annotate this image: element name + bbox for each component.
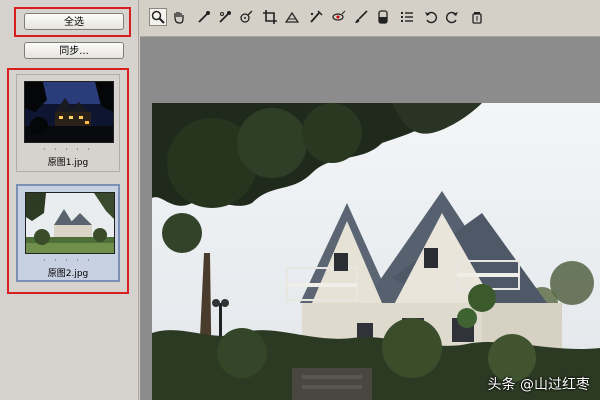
- color-sampler-icon[interactable]: [216, 8, 234, 26]
- hand-icon[interactable]: [170, 8, 188, 26]
- select-all-button[interactable]: 全选: [24, 13, 124, 30]
- target-adjust-icon[interactable]: [237, 8, 255, 26]
- zoom-icon[interactable]: [149, 8, 167, 26]
- rotate-left-icon[interactable]: [422, 8, 440, 26]
- thumbnail-1[interactable]: · · · · · 原图1.jpg: [16, 74, 120, 172]
- image-canvas[interactable]: [140, 37, 600, 400]
- eyedropper-icon[interactable]: [195, 8, 213, 26]
- list-icon[interactable]: [398, 8, 416, 26]
- thumbnail-2-rating: · · · · ·: [43, 256, 93, 265]
- rotate-right-icon[interactable]: [443, 8, 461, 26]
- thumbnail-1-image: [24, 81, 114, 143]
- sync-button[interactable]: 同步...: [24, 42, 124, 59]
- red-eye-icon[interactable]: [330, 8, 348, 26]
- crop-icon[interactable]: [261, 8, 279, 26]
- spot-removal-icon[interactable]: [307, 8, 325, 26]
- thumbnail-1-rating: · · · · ·: [43, 145, 93, 154]
- thumbnail-1-name: 原图1.jpg: [47, 158, 89, 168]
- thumbnail-2[interactable]: · · · · · 原图2.jpg: [16, 184, 120, 282]
- graduated-filter-icon[interactable]: [374, 8, 392, 26]
- house-photo: [152, 103, 600, 400]
- tool-bar: [140, 0, 600, 37]
- watermark-text: 头条 @山过红枣: [487, 377, 590, 393]
- thumbnail-2-name: 原图2.jpg: [47, 269, 89, 279]
- thumbnail-2-image: [25, 192, 115, 254]
- brush-icon[interactable]: [352, 8, 370, 26]
- filmstrip-panel: 全选 同步... · · · · · 原图1.jpg · · · · · 原图2…: [0, 0, 139, 400]
- straighten-icon[interactable]: [283, 8, 301, 26]
- trash-icon[interactable]: [468, 8, 486, 26]
